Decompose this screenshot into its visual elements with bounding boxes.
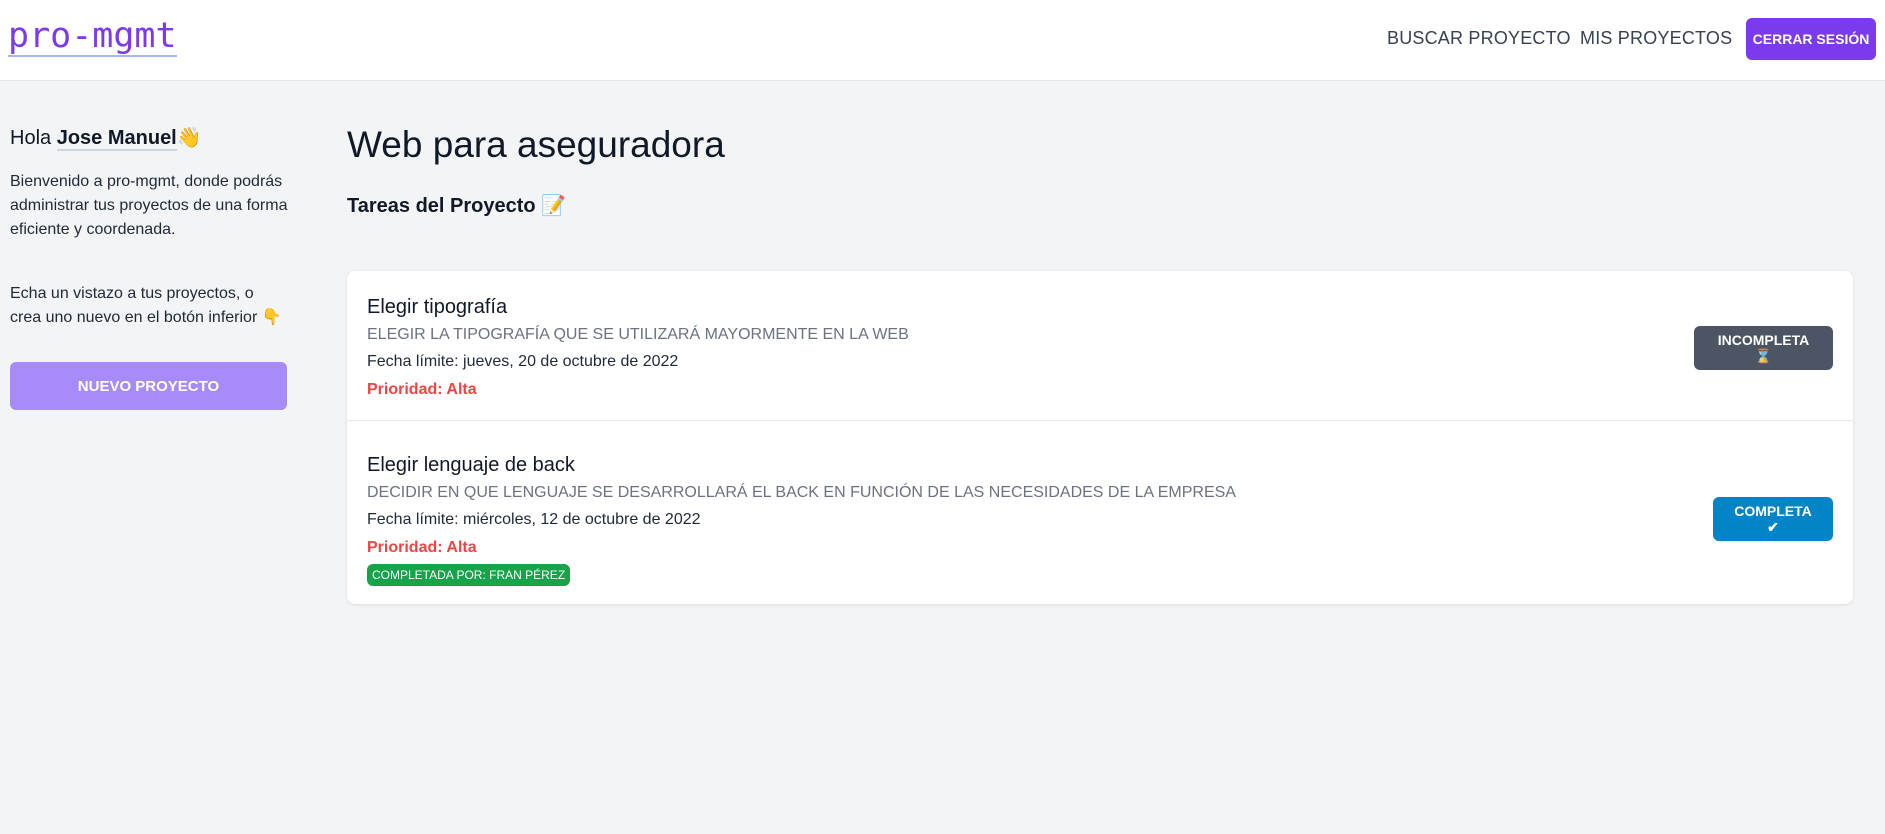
wave-icon: 👋	[176, 127, 202, 149]
top-navbar: pro-mgmt BUSCAR PROYECTO MIS PROYECTOS C…	[0, 0, 1885, 81]
task-description: ELEGIR LA TIPOGRAFÍA QUE SE UTILIZARÁ MA…	[367, 326, 909, 343]
task-status-toggle-incomplete[interactable]: INCOMPLETA ⌛	[1694, 326, 1833, 370]
user-name: Jose Manuel	[56, 127, 177, 151]
task-due-date: Fecha límite: jueves, 20 de octubre de 2…	[367, 353, 679, 370]
project-title: Web para aseguradora	[347, 124, 725, 165]
task-description: DECIDIR EN QUE LENGUAJE SE DESARROLLARÁ …	[367, 484, 1236, 501]
project-main: Web para aseguradora Tareas del Proyecto…	[347, 120, 1853, 220]
app-logo[interactable]: pro-mgmt	[8, 18, 177, 57]
greeting-prefix: Hola	[10, 127, 57, 149]
task-list: Elegir tipografía ELEGIR LA TIPOGRAFÍA Q…	[347, 271, 1853, 604]
task-due-date: Fecha límite: miércoles, 12 de octubre d…	[367, 511, 701, 528]
logout-button[interactable]: CERRAR SESIÓN	[1746, 18, 1876, 60]
task-priority: Prioridad: Alta	[367, 539, 477, 556]
task-item: Elegir lenguaje de back DECIDIR EN QUE L…	[347, 420, 1853, 604]
sidebar: Hola Jose Manuel👋 Bienvenido a pro-mgmt,…	[10, 124, 288, 410]
task-name: Elegir lenguaje de back	[367, 454, 575, 476]
task-name: Elegir tipografía	[367, 296, 508, 318]
greeting: Hola Jose Manuel👋	[10, 124, 288, 152]
completed-by-badge: COMPLETADA POR: FRAN PÉREZ	[367, 564, 571, 586]
new-project-button[interactable]: NUEVO PROYECTO	[10, 362, 287, 410]
hint-text: Echa un vistazo a tus proyectos, o crea …	[10, 285, 282, 326]
task-item: Elegir tipografía ELEGIR LA TIPOGRAFÍA Q…	[347, 271, 1853, 420]
tasks-section-title: Tareas del Proyecto 📝	[347, 195, 567, 217]
nav-my-projects[interactable]: MIS PROYECTOS	[1580, 28, 1732, 49]
intro-text: Bienvenido a pro-mgmt, donde podrás admi…	[10, 173, 288, 238]
task-status-toggle-complete[interactable]: COMPLETA ✔	[1713, 497, 1833, 541]
task-priority: Prioridad: Alta	[367, 381, 477, 398]
nav-search-project[interactable]: BUSCAR PROYECTO	[1387, 28, 1571, 49]
